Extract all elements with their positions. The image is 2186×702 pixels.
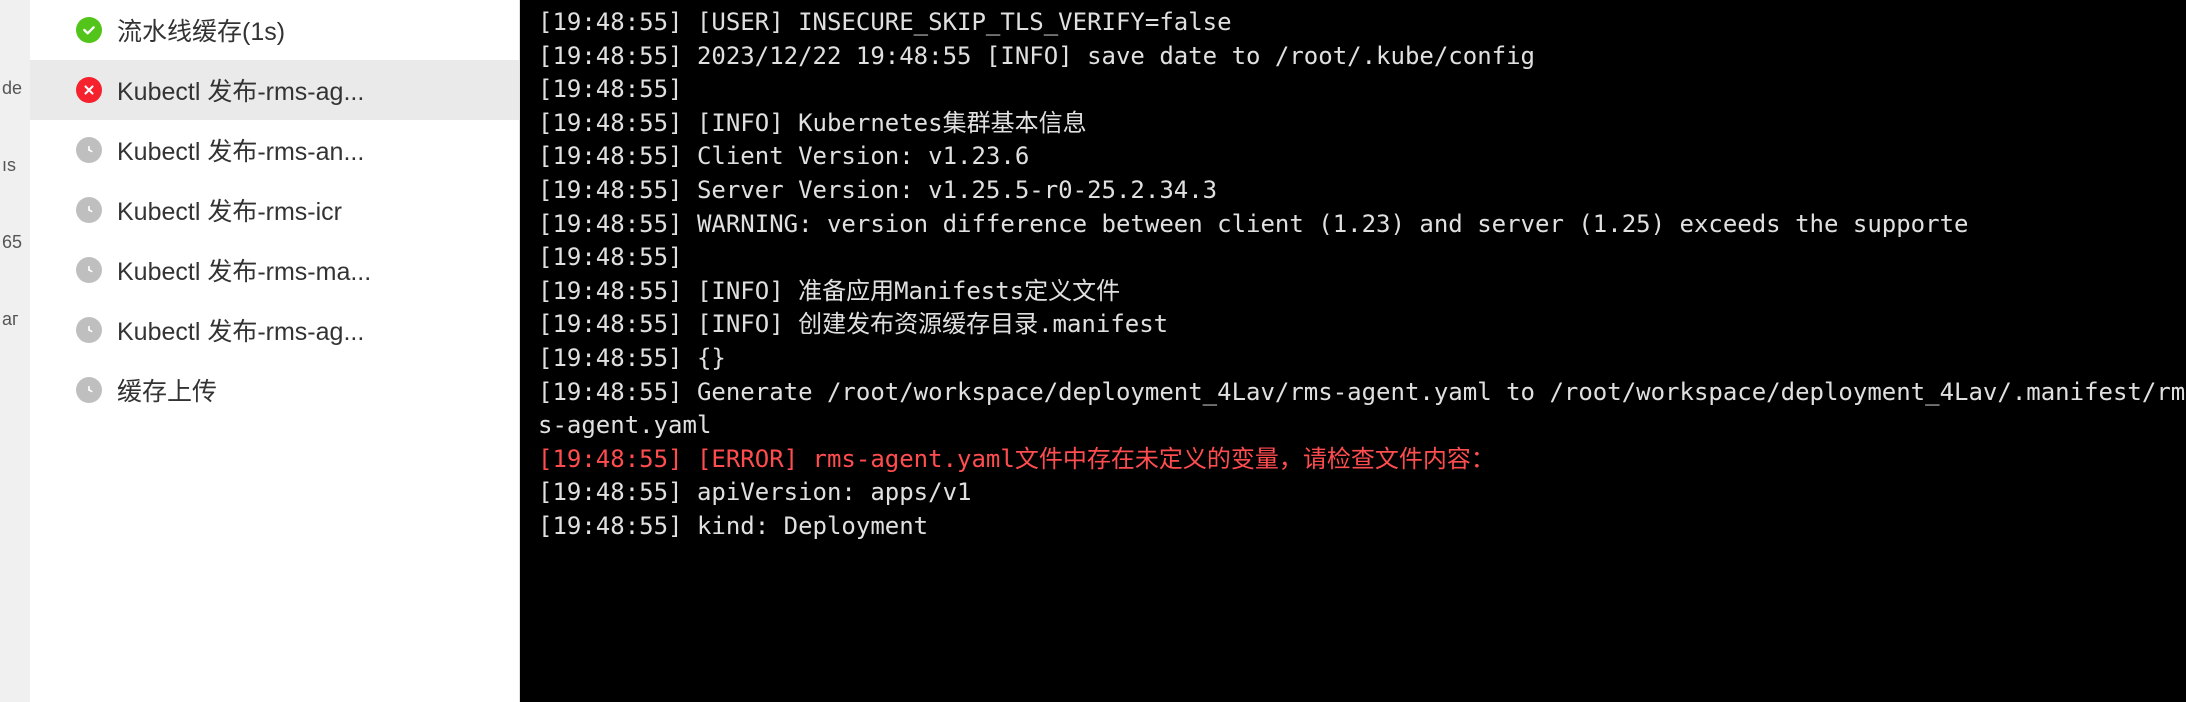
log-line: [19:48:55] Generate /root/workspace/depl…: [538, 376, 2186, 443]
pipeline-steps-sidebar: 流水线缓存(1s) Kubectl 发布-rms-ag... Kubectl 发布-…: [30, 0, 520, 702]
log-line: [19:48:55] [INFO] Kubernetes集群基本信息: [538, 107, 2186, 141]
clock-icon: [75, 136, 103, 164]
clock-icon: [75, 196, 103, 224]
pipeline-step-label: Kubectl 发布-rms-icr: [117, 192, 342, 228]
check-circle-icon: [75, 16, 103, 44]
left-edge-item: de: [0, 50, 24, 127]
log-line: [19:48:55]: [538, 73, 2186, 107]
log-line: [19:48:55] apiVersion: apps/v1: [538, 476, 2186, 510]
log-line: [19:48:55]: [538, 241, 2186, 275]
pipeline-step-label: 流水线缓存(1s): [117, 12, 285, 48]
pipeline-step-item[interactable]: Kubectl 发布-rms-an...: [30, 120, 519, 180]
log-line: [19:48:55] Server Version: v1.25.5-r0-25…: [538, 174, 2186, 208]
log-line: [19:48:55] kind: Deployment: [538, 510, 2186, 544]
pipeline-step-label: Kubectl 发布-rms-ag...: [117, 312, 364, 348]
log-line: [19:48:55] [USER] INSECURE_SKIP_TLS_VERI…: [538, 6, 2186, 40]
pipeline-step-label: Kubectl 发布-rms-ma...: [117, 252, 371, 288]
pipeline-step-item[interactable]: Kubectl 发布-rms-ma...: [30, 240, 519, 300]
clock-icon: [75, 376, 103, 404]
pipeline-step-item[interactable]: Kubectl 发布-rms-ag...: [30, 300, 519, 360]
pipeline-step-label: 缓存上传: [117, 372, 217, 408]
pipeline-step-item[interactable]: 流水线缓存(1s): [30, 0, 519, 60]
log-line: [19:48:55] WARNING: version difference b…: [538, 208, 2186, 242]
log-line: [19:48:55] [INFO] 准备应用Manifests定义文件: [538, 275, 2186, 309]
pipeline-step-item[interactable]: 缓存上传: [30, 360, 519, 420]
log-line: [19:48:55] 2023/12/22 19:48:55 [INFO] sa…: [538, 40, 2186, 74]
terminal-output[interactable]: [19:48:55] [USER] INSECURE_SKIP_TLS_VERI…: [520, 0, 2186, 702]
x-circle-icon: [75, 76, 103, 104]
clock-icon: [75, 316, 103, 344]
log-line-error: [19:48:55] [ERROR] rms-agent.yaml文件中存在未定…: [538, 443, 2186, 477]
log-line: [19:48:55] Client Version: v1.23.6: [538, 140, 2186, 174]
log-line: [19:48:55] [INFO] 创建发布资源缓存目录.manifest: [538, 308, 2186, 342]
left-edge-item: ıs: [0, 127, 18, 204]
left-edge-nav: de ıs 65 аг: [0, 0, 30, 702]
pipeline-step-label: Kubectl 发布-rms-an...: [117, 132, 364, 168]
pipeline-step-item[interactable]: Kubectl 发布-rms-ag...: [30, 60, 519, 120]
pipeline-step-item[interactable]: Kubectl 发布-rms-icr: [30, 180, 519, 240]
log-line: [19:48:55] {}: [538, 342, 2186, 376]
left-edge-item: 65: [0, 204, 24, 281]
pipeline-step-label: Kubectl 发布-rms-ag...: [117, 72, 364, 108]
clock-icon: [75, 256, 103, 284]
left-edge-item: аг: [0, 281, 21, 358]
